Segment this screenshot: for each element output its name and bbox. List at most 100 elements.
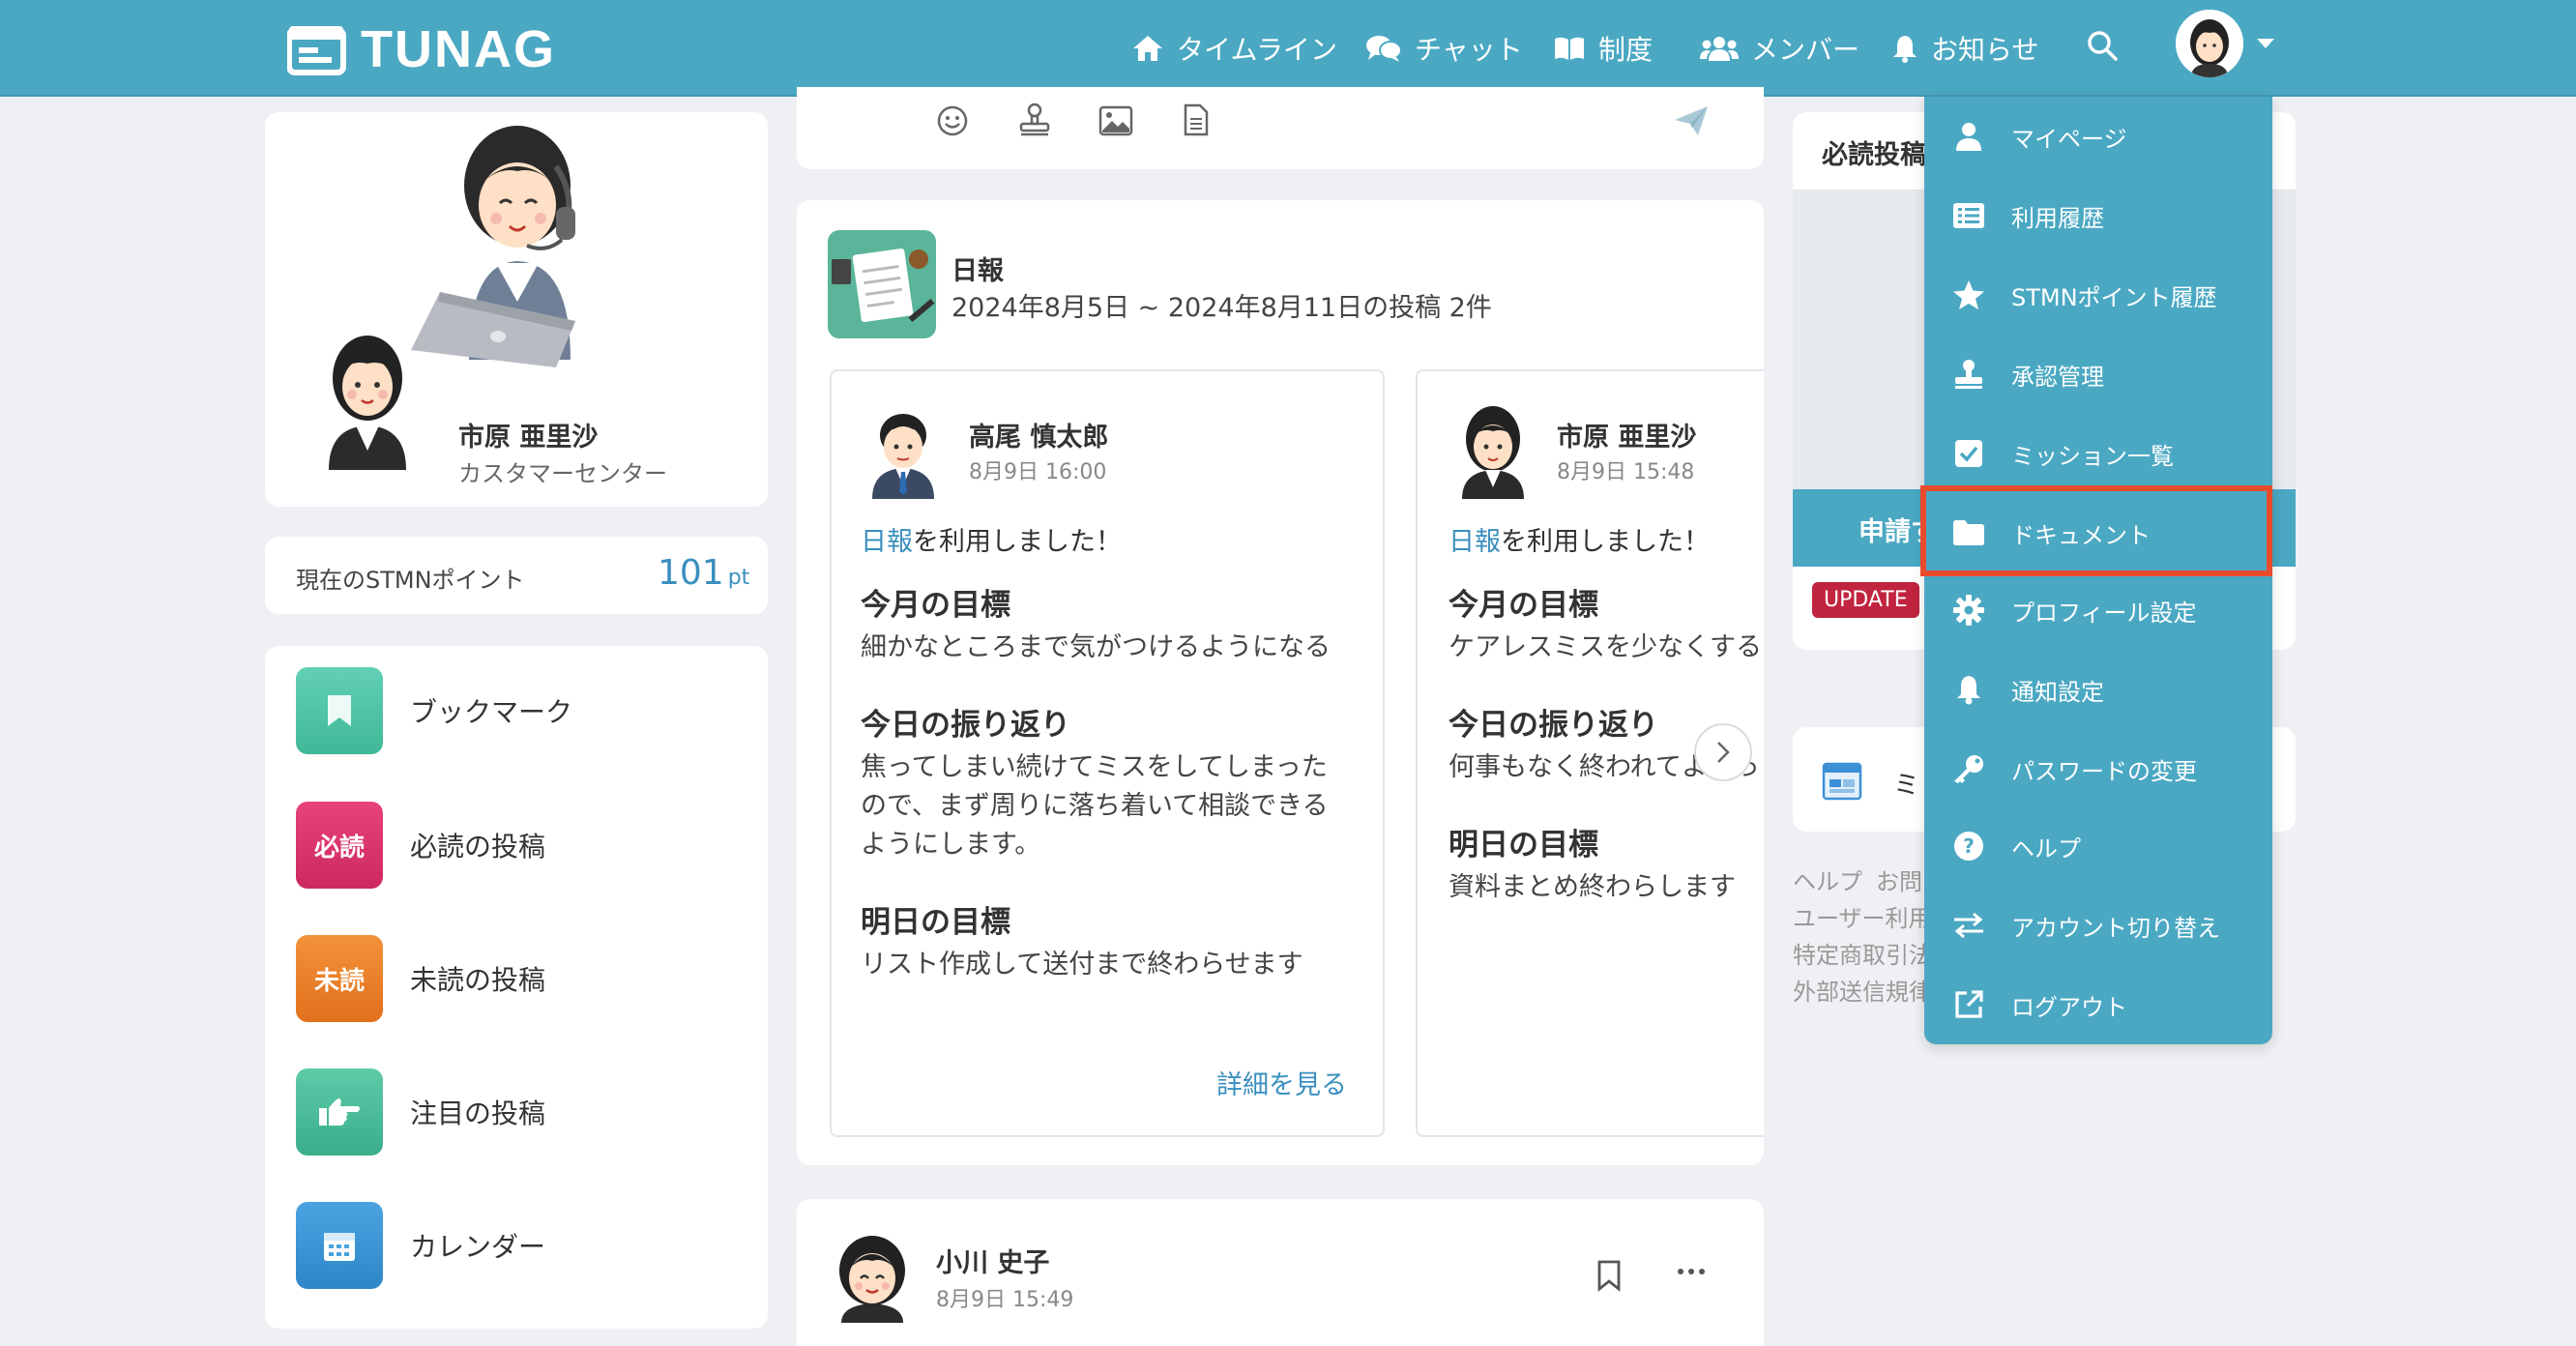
points-label: 現在のSTMNポイント — [296, 567, 525, 594]
report-lead: 日報を利用しました！ — [861, 520, 1122, 558]
carousel-next-button[interactable] — [1694, 723, 1752, 781]
image-icon[interactable] — [1098, 105, 1133, 136]
calendar-icon-box — [296, 1202, 383, 1289]
bookmark-icon[interactable] — [1595, 1259, 1623, 1292]
dropdown-item-help-label: ヘルプ — [2011, 834, 2081, 863]
side-menu-bookmark[interactable]: ブックマーク — [296, 667, 572, 754]
more-options-icon[interactable] — [1677, 1267, 1706, 1276]
side-menu-must-read-label: 必読の投稿 — [410, 831, 546, 863]
nav-chat[interactable]: チャット — [1365, 27, 1523, 70]
key-icon — [1951, 751, 1986, 786]
footer-link-terms[interactable]: ユーザー利用 — [1793, 899, 1932, 933]
mission-label: ミ — [1893, 771, 1919, 801]
report-text-1: ケアレスミスを少なくする — [1449, 632, 1762, 662]
side-menu-must-read[interactable]: 必読 必読の投稿 — [296, 802, 545, 889]
search-icon — [2088, 31, 2118, 61]
report-heading-1: 今月の目標 — [1449, 588, 1598, 623]
stamp-icon[interactable] — [1018, 102, 1051, 137]
side-menu-bookmark-label: ブックマーク — [410, 696, 573, 728]
dropdown-item-missions[interactable]: ミッション一覧 — [1951, 433, 2174, 474]
woman-avatar-icon — [839, 1236, 905, 1323]
nav-members[interactable]: メンバー — [1700, 27, 1859, 70]
report-lead: 日報を利用しました！ — [1449, 520, 1710, 558]
side-menu-calendar-label: カレンダー — [410, 1231, 546, 1263]
nav-system-label: 制度 — [1598, 34, 1654, 66]
dropdown-item-approval-label: 承認管理 — [2011, 363, 2104, 391]
tunag-logo[interactable]: TUNAG — [287, 19, 556, 79]
tunag-logo-icon — [287, 26, 346, 75]
footer-link-external[interactable]: 外部送信規律 — [1793, 973, 1932, 1007]
report-author[interactable]: 市原 亜里沙 — [1557, 416, 1696, 454]
woman-avatar-icon — [1462, 406, 1524, 499]
user-avatar[interactable] — [2176, 10, 2243, 77]
gear-icon — [1951, 593, 1986, 628]
switch-arrows-icon — [1951, 908, 1986, 943]
report-time: 8月9日 15:48 — [1557, 460, 1695, 484]
search-button[interactable] — [2086, 29, 2119, 62]
woman-portrait-icon — [329, 336, 406, 470]
report-link[interactable]: 日報 — [861, 527, 913, 557]
operator-illustration — [411, 126, 575, 367]
dropdown-item-switch-account[interactable]: アカウント切り替え — [1951, 905, 2220, 946]
dropdown-item-documents-label: ドキュメント — [2011, 521, 2151, 549]
report-text-2a: 焦ってしまい続けてミスをしてしまった — [861, 752, 1328, 782]
users-icon — [1700, 37, 1739, 61]
report-text-3: リスト作成して送付まで終わらせます — [861, 950, 1303, 980]
dropdown-item-logout[interactable]: ログアウト — [1951, 984, 2127, 1025]
profile-name[interactable]: 市原 亜里沙 — [458, 416, 598, 454]
bell-icon — [1893, 36, 1917, 63]
post-author[interactable]: 小川 史子 — [936, 1242, 1049, 1279]
dropdown-item-history[interactable]: 利用履歴 — [1951, 195, 2104, 236]
user-menu-toggle[interactable] — [2255, 37, 2276, 50]
daily-report-title[interactable]: 日報 — [951, 249, 1004, 287]
dropdown-item-notification-settings[interactable]: 通知設定 — [1951, 669, 2104, 710]
dropdown-item-logout-label: ログアウト — [2011, 993, 2127, 1021]
report-text-3: 資料まとめ終わらします — [1449, 872, 1736, 902]
nav-notice-label: お知らせ — [1931, 34, 2039, 66]
nav-notice[interactable]: お知らせ — [1891, 27, 2038, 70]
dropdown-item-mypage[interactable]: マイページ — [1951, 116, 2127, 157]
dropdown-item-stmn-history[interactable]: STMNポイント履歴 — [1951, 275, 2217, 315]
dropdown-item-profile-settings[interactable]: プロフィール設定 — [1951, 590, 2197, 630]
notepad-icon — [832, 248, 935, 323]
dropdown-item-missions-label: ミッション一覧 — [2011, 442, 2174, 470]
report-detail-link[interactable]: 詳細を見る — [1216, 1064, 1347, 1101]
dropdown-item-password-label: パスワードの変更 — [2011, 757, 2197, 785]
report-author[interactable]: 高尾 慎太郎 — [969, 416, 1108, 454]
daily-report-icon — [828, 230, 936, 338]
daily-report-subtitle: 2024年8月5日 ~ 2024年8月11日の投稿 2件 — [951, 293, 1492, 323]
side-menu-unread-label: 未読の投稿 — [410, 964, 546, 996]
report-link[interactable]: 日報 — [1449, 527, 1501, 557]
points-value: 101 — [658, 553, 724, 593]
dropdown-item-stmn-history-label: STMNポイント履歴 — [2011, 283, 2217, 311]
side-menu-calendar[interactable]: カレンダー — [296, 1202, 545, 1289]
bell-icon — [1951, 672, 1986, 707]
nav-timeline[interactable]: タイムライン — [1131, 27, 1337, 70]
nav-members-label: メンバー — [1751, 34, 1860, 66]
emoji-icon[interactable] — [936, 104, 969, 137]
nav-system[interactable]: 制度 — [1553, 27, 1653, 70]
footer-link-help[interactable]: ヘルプ — [1793, 863, 1862, 896]
report-heading-2: 今日の振り返り — [1449, 708, 1658, 743]
calendar-icon — [324, 1233, 355, 1261]
send-icon[interactable] — [1673, 104, 1710, 137]
folder-icon — [1951, 515, 1986, 550]
report-time: 8月9日 16:00 — [969, 460, 1107, 484]
dropdown-item-approval[interactable]: 承認管理 — [1951, 354, 2104, 395]
checkbox-icon — [1951, 436, 1986, 471]
stamp-icon — [1951, 357, 1986, 392]
dropdown-item-documents[interactable]: ドキュメント — [1951, 512, 2151, 553]
side-menu-unread[interactable]: 未読 未読の投稿 — [296, 935, 545, 1022]
dropdown-item-help[interactable]: ? ヘルプ — [1951, 826, 2081, 866]
document-icon[interactable] — [1183, 103, 1210, 136]
footer-link-commerce[interactable]: 特定商取引法 — [1793, 936, 1932, 970]
external-link-icon — [1951, 987, 1986, 1022]
featured-icon-box — [296, 1068, 383, 1156]
dropdown-item-profile-settings-label: プロフィール設定 — [2011, 599, 2197, 627]
update-badge: UPDATE — [1812, 582, 1919, 618]
footer-link-contact[interactable]: お問 — [1876, 863, 1922, 896]
side-menu-featured[interactable]: 注目の投稿 — [296, 1068, 545, 1156]
dropdown-item-password[interactable]: パスワードの変更 — [1951, 748, 2197, 789]
report-heading-3: 明日の目標 — [861, 905, 1010, 940]
unread-badge: 未読 — [296, 935, 383, 1022]
